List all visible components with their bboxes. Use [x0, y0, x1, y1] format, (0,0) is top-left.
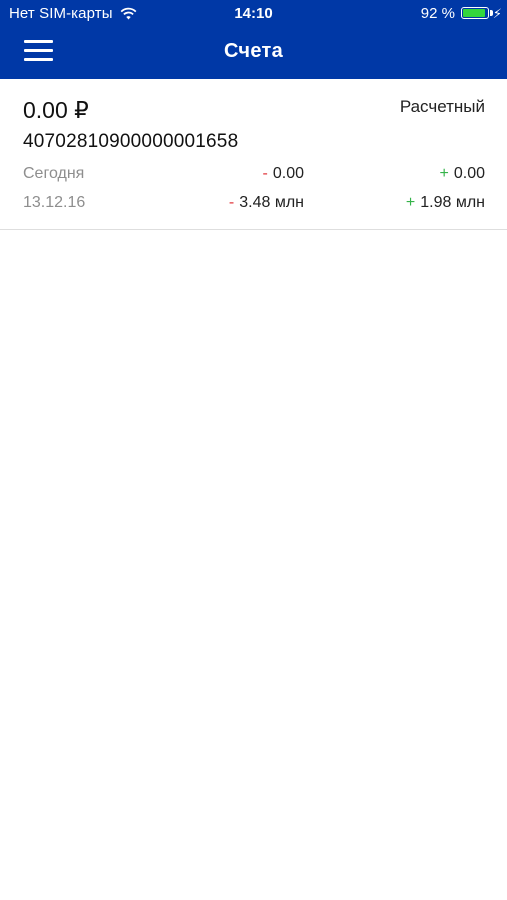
turnover-debit: -3.48 млн [229, 194, 304, 212]
account-balance: 0.00 ₽ [23, 97, 89, 123]
account-type: Расчетный [399, 97, 485, 116]
credit-amount: 1.98 млн [420, 194, 485, 211]
battery-icon [461, 7, 489, 19]
turnover-credit: +0.00 [440, 165, 485, 183]
battery-percent: 92 % [420, 5, 455, 22]
status-bar: Нет SIM-карты 14:10 92 % ⚡ [0, 0, 507, 28]
battery-level [463, 9, 486, 17]
credit-sign: + [439, 165, 449, 182]
debit-amount: 0.00 [272, 165, 304, 182]
credit-amount: 0.00 [453, 165, 485, 182]
charging-icon: ⚡ [492, 6, 502, 21]
turnover-date: Сегодня [23, 165, 85, 182]
turnover-date: 13.12.16 [23, 194, 86, 211]
credit-sign: + [405, 194, 416, 211]
debit-sign: - [228, 194, 235, 211]
account-list-item[interactable]: 0.00 ₽ Расчетный 40702810900000001658 Се… [0, 79, 507, 230]
turnover-credit: +1.98 млн [406, 194, 485, 212]
turnover-row-today: Сегодня -0.00 +0.00 [0, 165, 507, 187]
turnover-debit: -0.00 [263, 165, 304, 183]
debit-sign: - [262, 165, 268, 182]
account-number: 40702810900000001658 [23, 131, 239, 152]
app-header: Нет SIM-карты 14:10 92 % ⚡ Счета [0, 0, 507, 79]
debit-amount: 3.48 млн [239, 194, 304, 211]
page-title: Счета [223, 40, 284, 62]
turnover-row-date: 13.12.16 -3.48 млн +1.98 млн [0, 194, 507, 216]
